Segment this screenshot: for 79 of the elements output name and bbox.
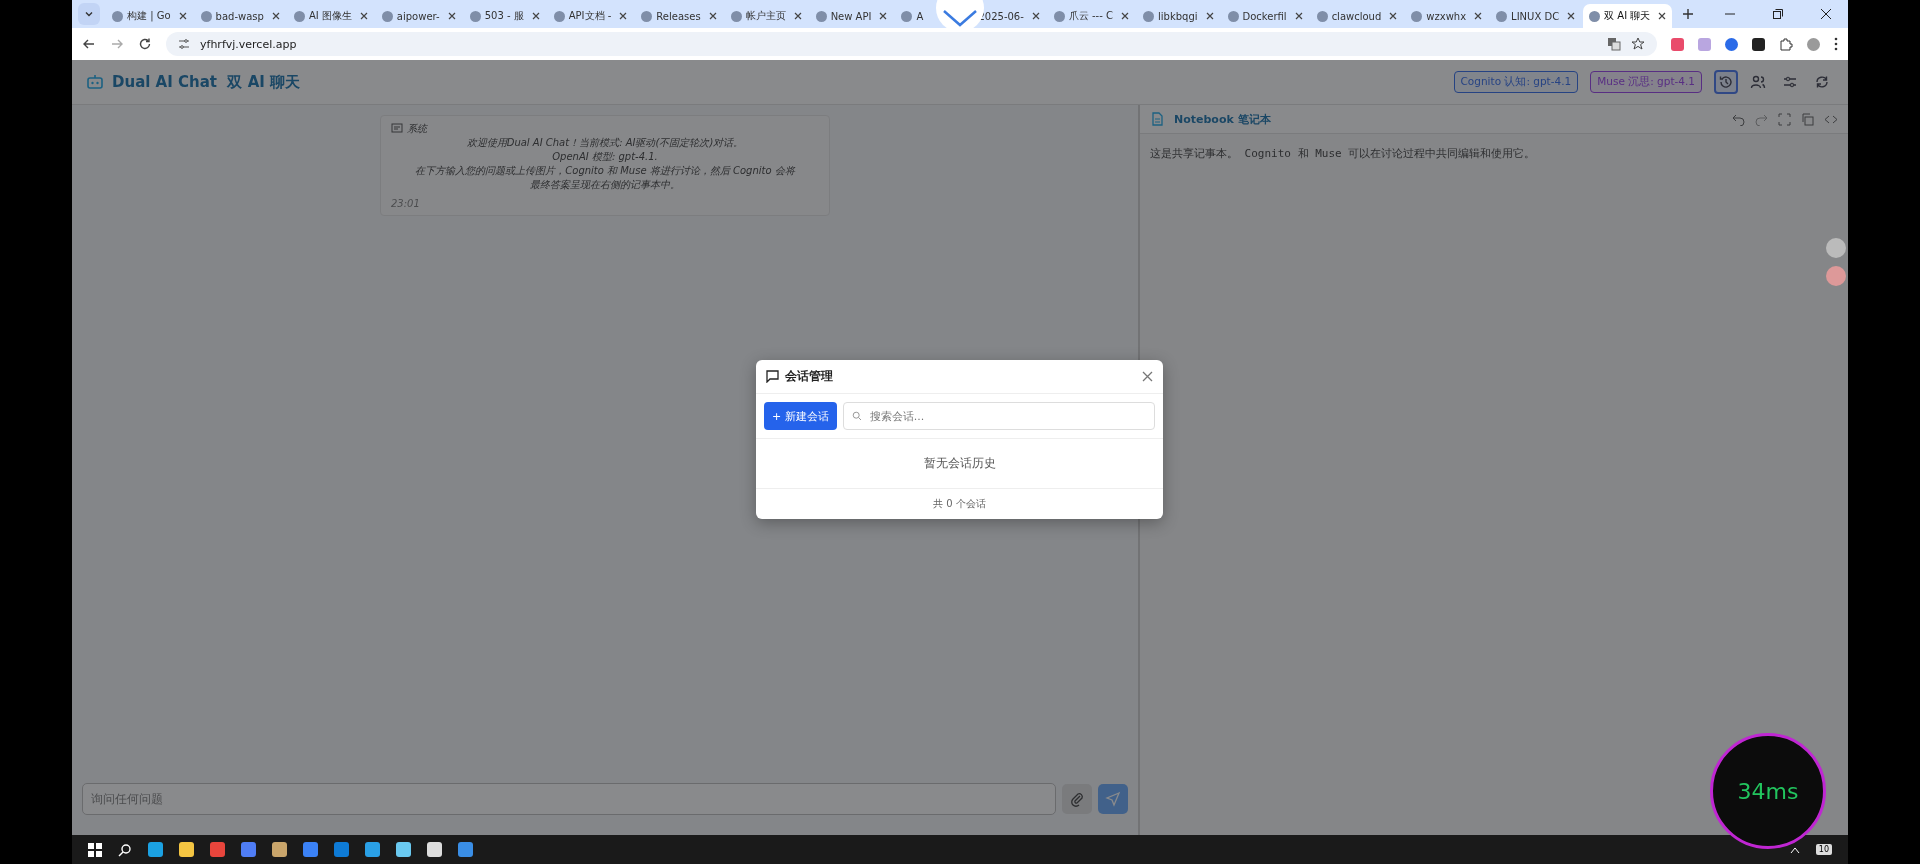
browser-tab[interactable]: API文档 - xyxy=(547,4,634,28)
tray-chevron-icon[interactable] xyxy=(1789,845,1800,854)
tab-search-button[interactable] xyxy=(78,3,100,25)
undo-icon[interactable] xyxy=(1732,112,1745,126)
close-icon[interactable] xyxy=(1031,12,1040,20)
browser-tab[interactable]: 双 AI 聊天 xyxy=(1583,4,1673,28)
site-settings-icon[interactable] xyxy=(178,38,190,50)
model-badge: Cognito 认知: gpt-4.1 xyxy=(1453,71,1579,93)
refresh-icon xyxy=(1814,74,1830,90)
close-icon[interactable] xyxy=(531,12,540,20)
send-icon xyxy=(1105,791,1121,807)
browser-tab[interactable]: 503 - 服 xyxy=(463,4,546,28)
windows-start-icon[interactable] xyxy=(88,842,102,857)
notebook-content: 这是共享记事本。 Cognito 和 Muse 可以在讨论过程中共同编辑和使用它。 xyxy=(1149,146,1537,162)
browser-tab[interactable]: Dockerfil xyxy=(1221,4,1309,28)
profile-avatar[interactable] xyxy=(1807,37,1820,51)
browser-tab[interactable]: 爪云 --- C xyxy=(1047,4,1135,28)
close-icon[interactable] xyxy=(271,12,280,20)
browser-tab[interactable]: 构建 | Go xyxy=(106,4,193,28)
browser-tab[interactable]: clawcloud xyxy=(1310,4,1404,28)
browser-tab[interactable]: wzxwhx xyxy=(1405,4,1489,28)
close-icon[interactable] xyxy=(619,12,628,20)
search-icon[interactable] xyxy=(118,842,132,857)
browser-tab[interactable]: New API xyxy=(809,4,894,28)
translate-icon[interactable] xyxy=(1607,37,1621,51)
browser-tab[interactable]: aipower- xyxy=(375,4,462,28)
empty-state-text: 暂无会话历史 xyxy=(756,439,1163,489)
robot-icon xyxy=(86,73,104,91)
menu-icon[interactable] xyxy=(1834,37,1838,51)
close-icon[interactable] xyxy=(879,12,888,20)
star-icon[interactable] xyxy=(1631,37,1645,51)
message-icon xyxy=(391,123,403,135)
header-button[interactable] xyxy=(1714,70,1738,94)
message-text: 欢迎使用Dual AI Chat！当前模式: AI驱动(不固定轮次)对话。 OpenAI 模型: gpt-4.1. 在下方输入您的问题或上传图片，Cognito 和 Muse 将进行讨论，然后 Cognito 会将 最终答案呈现在右侧的记事本中。 xyxy=(414,136,797,192)
close-icon[interactable] xyxy=(178,12,187,20)
browser-tab[interactable]: AI 图像生 xyxy=(287,4,374,28)
extension-icon[interactable] xyxy=(1752,37,1765,51)
browser-tab[interactable]: Releases xyxy=(635,4,723,28)
close-icon[interactable] xyxy=(708,12,717,20)
close-icon[interactable] xyxy=(359,12,368,20)
back-icon[interactable] xyxy=(82,37,96,51)
browser-tab[interactable]: libkbqgi xyxy=(1137,4,1220,28)
restore-icon[interactable] xyxy=(1772,8,1784,20)
message-sender: 系统 xyxy=(407,122,427,136)
session-search-field[interactable]: 搜索会话... xyxy=(842,402,1155,430)
caret-icon xyxy=(84,9,94,19)
copy-icon[interactable] xyxy=(1801,112,1814,126)
users-icon xyxy=(1750,74,1766,90)
app-title: Dual AI Chat 双 AI 聊天 xyxy=(112,72,301,92)
close-icon[interactable] xyxy=(1294,12,1303,20)
close-icon[interactable] xyxy=(1567,12,1576,20)
reload-icon[interactable] xyxy=(138,37,152,51)
attach-button[interactable] xyxy=(1062,784,1092,814)
close-icon[interactable] xyxy=(793,12,802,20)
model-badge: Muse 沉思: gpt-4.1 xyxy=(1590,71,1702,93)
session-count: 共 0 个会话 xyxy=(932,497,987,511)
close-icon[interactable] xyxy=(1820,8,1832,20)
dialog-title: 会话管理 xyxy=(785,368,833,385)
close-icon[interactable] xyxy=(1658,12,1667,20)
browser-tab[interactable]: LINUX DC xyxy=(1490,4,1582,28)
paperclip-icon xyxy=(1069,791,1085,807)
history-icon xyxy=(1718,74,1734,90)
close-icon[interactable] xyxy=(1474,12,1483,20)
close-icon[interactable] xyxy=(447,12,456,20)
close-icon[interactable] xyxy=(1389,12,1398,20)
close-icon[interactable] xyxy=(1205,12,1214,20)
notebook-title: Notebook 笔记本 xyxy=(1174,111,1271,127)
notification-count[interactable]: 10 xyxy=(1815,844,1832,855)
browser-tab[interactable]: bad-wasp xyxy=(194,4,286,28)
plus-icon[interactable] xyxy=(1682,8,1695,20)
puzzle-icon[interactable] xyxy=(1779,37,1793,51)
sliders-icon xyxy=(1782,74,1798,90)
message-time: 23:01 xyxy=(391,198,421,209)
new-session-button[interactable]: + 新建会话 xyxy=(764,402,837,430)
document-icon xyxy=(1150,112,1164,126)
address-field[interactable]: yfhrfvj.vercel.app xyxy=(166,32,1657,56)
chat-bubble-icon xyxy=(766,370,779,383)
browser-tab[interactable]: 帐户主页 xyxy=(724,4,808,28)
close-icon[interactable] xyxy=(1121,12,1129,20)
